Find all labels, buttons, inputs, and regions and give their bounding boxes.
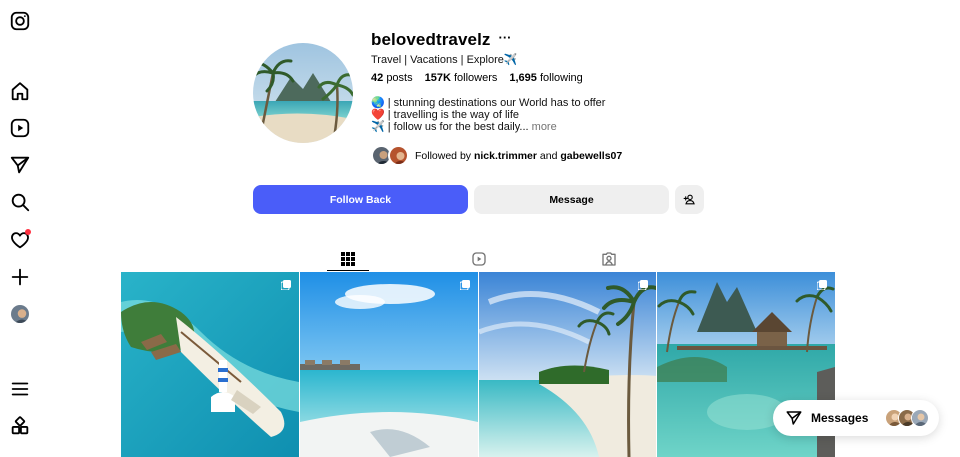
profile-tagline: Travel | Vacations | Explore✈️ — [371, 54, 518, 66]
followed-by-text: Followed by nick.trimmer and gabewells07 — [415, 149, 623, 162]
reels-icon — [472, 252, 486, 266]
suggest-user-button[interactable] — [675, 185, 704, 214]
messages-widget[interactable]: Messages — [773, 400, 939, 436]
search-icon[interactable] — [9, 191, 31, 213]
multiple-images-icon — [459, 280, 470, 290]
posts-grid-icon — [341, 252, 355, 266]
profile-stats: 42 posts 157K followers 1,695 following — [371, 72, 583, 84]
instagram-logo-icon[interactable] — [9, 10, 31, 32]
tab-posts[interactable] — [327, 248, 369, 270]
bio-line: ✈️ | follow us for the best daily... mor… — [371, 121, 557, 133]
mutual-avatars — [371, 145, 409, 166]
explore-icon[interactable] — [9, 154, 31, 176]
tab-reels[interactable] — [465, 248, 493, 270]
menu-icon[interactable] — [9, 378, 31, 400]
active-tab-indicator — [327, 270, 369, 271]
sidebar — [0, 0, 40, 457]
username: belovedtravelz — [371, 30, 491, 49]
followers-stat[interactable]: 157K followers — [425, 72, 498, 84]
reels-icon[interactable] — [9, 117, 31, 139]
mutual-avatar — [388, 145, 409, 166]
post-thumbnail[interactable] — [121, 272, 299, 457]
follow-back-button[interactable]: Follow Back — [253, 185, 468, 214]
bio-line: ❤️ | travelling is the way of life — [371, 109, 520, 121]
posts-grid — [121, 272, 835, 457]
tagged-icon — [602, 252, 616, 266]
posts-stat: 42 posts — [371, 72, 413, 84]
post-thumbnail[interactable] — [478, 272, 657, 457]
mutual-user: gabewells07 — [560, 149, 623, 162]
multiple-images-icon — [817, 280, 827, 290]
bio-more-link[interactable]: more — [532, 121, 557, 133]
followed-by[interactable]: Followed by nick.trimmer and gabewells07 — [371, 145, 622, 166]
profile-picture[interactable] — [253, 43, 353, 143]
messages-label: Messages — [811, 411, 869, 425]
profile-bio: 🌏 | stunning destinations our World has … — [371, 97, 605, 133]
bio-line: 🌏 | stunning destinations our World has … — [371, 97, 606, 109]
also-from-meta-icon[interactable] — [9, 415, 31, 437]
username-row: belovedtravelz ··· — [371, 30, 512, 50]
following-stat[interactable]: 1,695 following — [509, 72, 582, 84]
profile-avatar[interactable] — [9, 303, 31, 325]
message-avatars — [885, 409, 929, 427]
person-add-icon — [683, 194, 695, 205]
post-thumbnail[interactable] — [299, 272, 478, 457]
notifications-heart-icon[interactable] — [9, 229, 31, 251]
mutual-user: nick.trimmer — [473, 149, 537, 162]
notification-dot — [25, 229, 31, 235]
home-icon[interactable] — [9, 80, 31, 102]
tab-tagged[interactable] — [595, 248, 623, 270]
multiple-images-icon — [280, 280, 291, 290]
direct-message-icon — [786, 411, 802, 425]
chat-avatar — [911, 409, 929, 427]
create-plus-icon[interactable] — [9, 266, 31, 288]
more-options-icon[interactable]: ··· — [499, 31, 512, 50]
message-button[interactable]: Message — [474, 185, 669, 214]
multiple-images-icon — [638, 280, 649, 290]
